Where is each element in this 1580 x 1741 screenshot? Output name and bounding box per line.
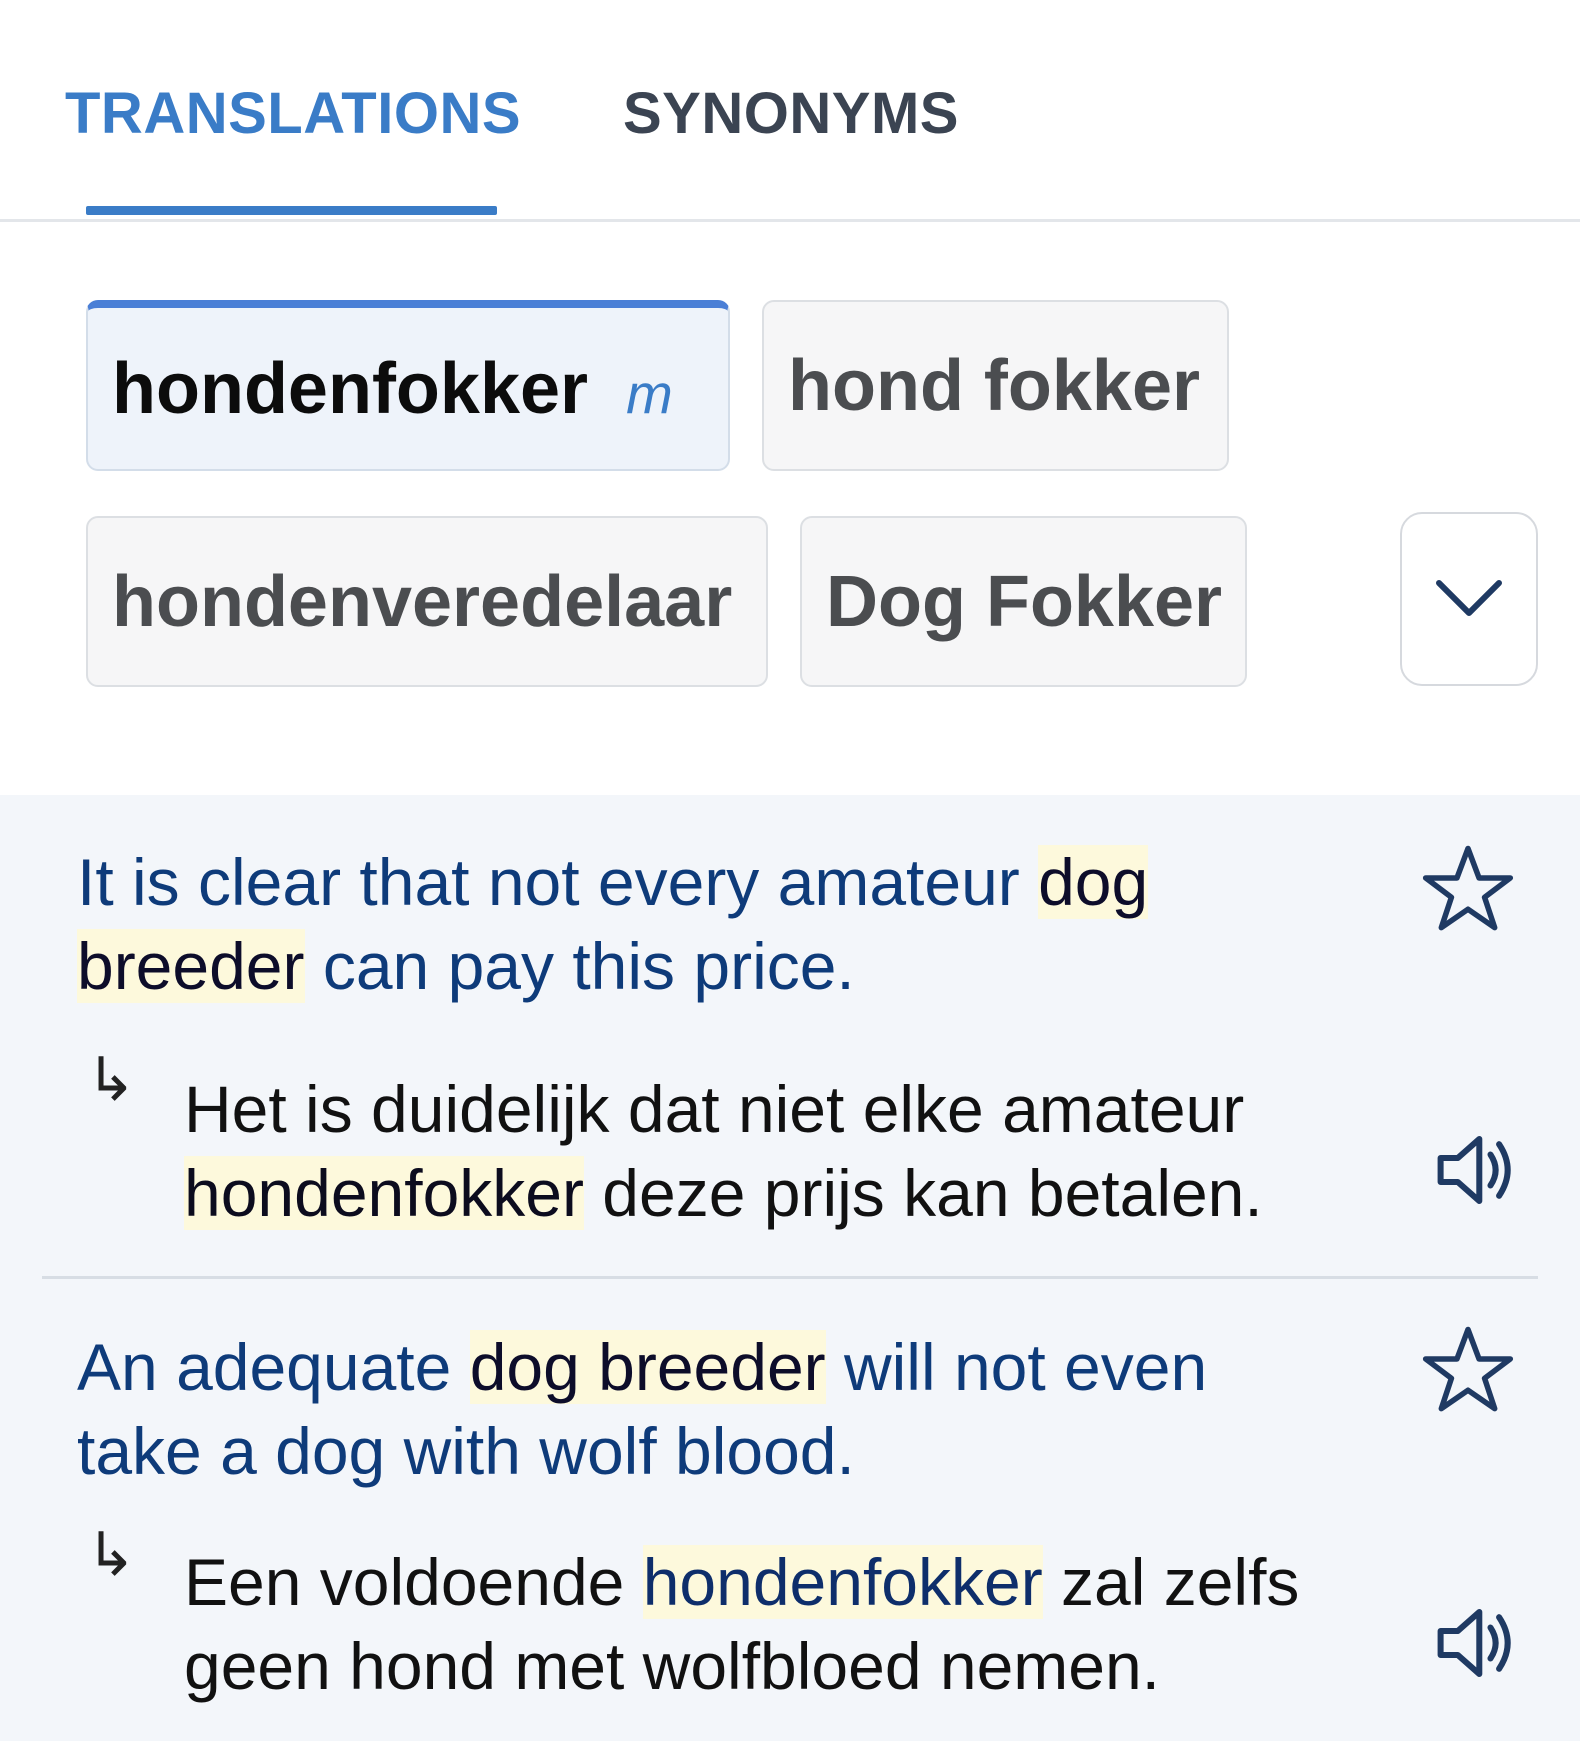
example-source: It is clear that not every amateur dog b…	[77, 840, 1317, 1008]
translation-chip[interactable]: hond fokker	[762, 300, 1229, 471]
speaker-icon[interactable]	[1432, 1127, 1518, 1213]
translation-chip[interactable]: hondenveredelaar	[86, 516, 768, 687]
translation-word: hondenveredelaar	[112, 561, 733, 642]
arrow-icon: ↳	[86, 1521, 137, 1588]
example-target: Een voldoende hondenfokker zal zelfs gee…	[184, 1540, 1384, 1708]
gender-label: m	[626, 362, 673, 425]
arrow-icon: ↳	[86, 1046, 137, 1113]
star-icon[interactable]	[1422, 843, 1514, 935]
target-highlight: hondenfokker	[642, 1545, 1043, 1619]
target-text: Een voldoende	[184, 1545, 643, 1619]
example-item: It is clear that not every amateur dog b…	[0, 795, 1580, 1279]
example-target: Het is duidelijk dat niet elke amateur h…	[184, 1067, 1384, 1235]
translation-word: hondenfokker	[112, 348, 589, 429]
expand-translations-button[interactable]	[1400, 512, 1538, 686]
tab-translations[interactable]: TRANSLATIONS	[65, 80, 521, 147]
divider	[42, 1276, 1538, 1279]
tab-bar: TRANSLATIONS SYNONYMS	[0, 0, 1580, 222]
star-icon[interactable]	[1422, 1324, 1514, 1416]
tab-synonyms[interactable]: SYNONYMS	[623, 80, 959, 147]
speaker-icon[interactable]	[1432, 1600, 1518, 1686]
translation-word: hond fokker	[788, 345, 1201, 426]
active-tab-indicator	[86, 206, 497, 215]
source-highlight: dog breeder	[469, 1330, 826, 1404]
target-highlight: hondenfokker	[184, 1156, 584, 1230]
examples-panel: It is clear that not every amateur dog b…	[0, 795, 1580, 1741]
source-text: It is clear that not every amateur	[77, 845, 1039, 919]
example-source: An adequate dog breeder will not even ta…	[77, 1325, 1317, 1493]
source-text: An adequate	[77, 1330, 470, 1404]
translation-word: Dog Fokker	[826, 561, 1223, 642]
target-text: Het is duidelijk dat niet elke amateur	[184, 1072, 1245, 1146]
translation-chip[interactable]: Dog Fokker	[800, 516, 1247, 687]
target-text: deze prijs kan betalen.	[583, 1156, 1263, 1230]
example-item: An adequate dog breeder will not even ta…	[0, 1280, 1580, 1741]
translation-chip-primary[interactable]: hondenfokker m	[86, 300, 730, 471]
source-text: can pay this price.	[304, 929, 855, 1003]
chevron-down-icon	[1436, 580, 1502, 616]
